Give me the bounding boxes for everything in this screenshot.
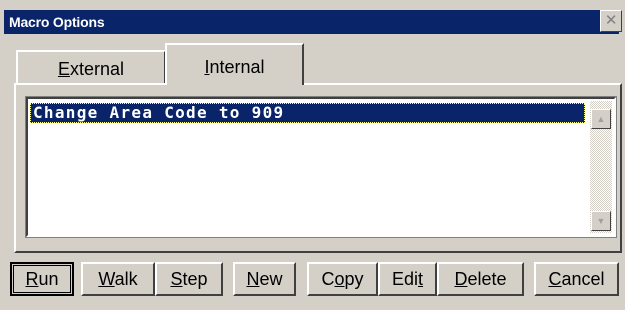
new-label-rest: ew [259,269,283,289]
edit-label-pre: Edi [391,269,418,289]
macro-options-dialog: Macro Options ✕ External Internal Change… [0,0,625,310]
walk-button[interactable]: Walk [81,262,155,296]
new-button[interactable]: New [233,262,296,296]
copy-label-pre: C [321,269,335,289]
copy-label-rest: py [344,269,364,289]
run-mnemonic: R [25,269,39,289]
title-bar: Macro Options ✕ [4,10,622,34]
walk-label-rest: alk [114,269,138,289]
step-mnemonic: S [170,269,183,289]
vertical-scrollbar[interactable]: ▲ ▼ [590,101,612,233]
cancel-label-rest: ancel [561,269,605,289]
tab-internal[interactable]: Internal [165,43,304,85]
tab-external[interactable]: External [16,50,166,83]
tab-external-label-rest: xternal [69,59,125,79]
run-label-rest: un [38,269,59,289]
edit-mnemonic: t [418,269,424,289]
macro-listbox[interactable]: Change Area Code to 909 ▲ ▼ [25,96,617,238]
cancel-mnemonic: C [548,269,562,289]
copy-button[interactable]: Copy [307,262,378,296]
scroll-up-icon[interactable]: ▲ [591,109,611,129]
list-item[interactable]: Change Area Code to 909 [30,103,585,123]
delete-label-rest: elete [467,269,507,289]
delete-mnemonic: D [454,269,468,289]
delete-button[interactable]: Delete [437,262,524,296]
dialog-title: Macro Options [9,14,105,30]
walk-mnemonic: W [98,269,115,289]
copy-mnemonic: o [334,269,345,289]
step-button[interactable]: Step [155,262,223,296]
close-icon[interactable]: ✕ [600,10,622,32]
scroll-down-icon[interactable]: ▼ [591,211,611,231]
run-button[interactable]: Run [10,262,74,296]
step-label-rest: tep [182,269,208,289]
tab-external-mnemonic: E [57,59,70,79]
edit-button[interactable]: Edit [378,262,437,296]
cancel-button[interactable]: Cancel [534,262,619,296]
new-mnemonic: N [246,269,260,289]
tab-internal-label-rest: nternal [209,57,265,77]
